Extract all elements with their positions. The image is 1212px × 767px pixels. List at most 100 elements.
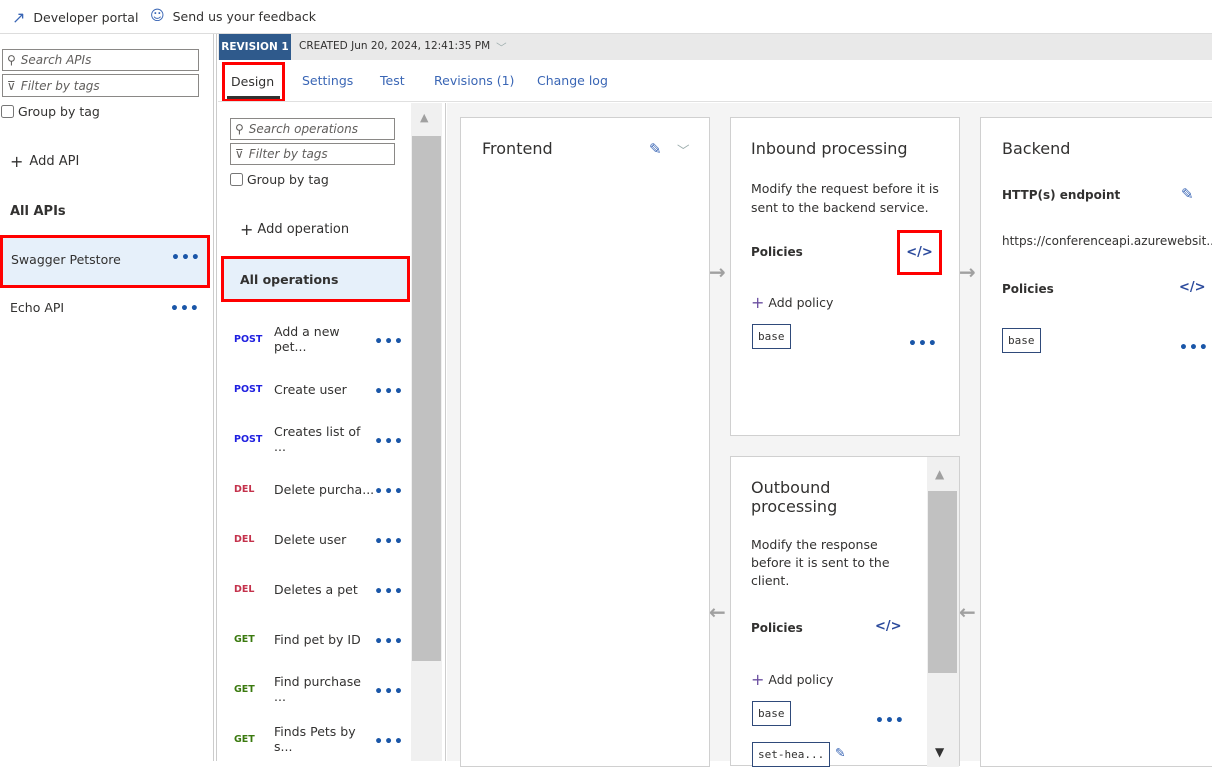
all-operations-item[interactable]: All operations (221, 256, 410, 302)
arrow-left-icon: ← (709, 600, 726, 624)
operation-item[interactable]: DEL Delete purcha... ••• (234, 464, 404, 514)
edit-icon[interactable]: ✎ (835, 745, 845, 760)
group-by-tag-checkbox[interactable]: Group by tag (1, 104, 100, 119)
plus-icon: + (10, 152, 24, 171)
arrow-right-icon: → (959, 260, 976, 284)
more-icon[interactable]: ••• (374, 684, 404, 700)
label: Add API (29, 154, 80, 169)
tab-design[interactable]: Design (222, 62, 285, 102)
more-icon[interactable]: ••• (374, 484, 404, 500)
operations-scrollbar[interactable]: ▲ (411, 103, 442, 761)
filter-tags-input[interactable]: ⊽ Filter by tags (2, 74, 199, 97)
card-title: Outbound processing (751, 478, 838, 516)
feedback-link[interactable]: ☺ Send us your feedback (150, 8, 316, 24)
group-by-tag-checkbox[interactable]: Group by tag (230, 172, 329, 187)
operation-name: Add a new pet... (274, 324, 340, 354)
label: Add policy (768, 672, 834, 687)
more-icon[interactable]: ••• (374, 634, 404, 650)
more-icon[interactable]: ••• (374, 734, 404, 750)
divider (218, 101, 1212, 102)
add-policy-button[interactable]: + Add policy (751, 672, 834, 688)
api-item-echo-api[interactable]: Echo API ••• (0, 290, 210, 330)
policy-base[interactable]: base (752, 324, 791, 349)
search-icon: ⚲ (235, 122, 244, 136)
operation-item[interactable]: DEL Deletes a pet ••• (234, 564, 404, 614)
revision-badge: REVISION 1 (219, 34, 291, 60)
developer-portal-link[interactable]: ↗ Developer portal (12, 8, 138, 27)
backend-card: Backend HTTP(s) endpoint ✎ https://confe… (980, 117, 1212, 767)
more-icon[interactable]: ••• (1179, 340, 1209, 356)
code-icon[interactable]: </> (875, 619, 902, 634)
checkbox[interactable] (1, 105, 14, 118)
policy-base[interactable]: base (1002, 328, 1041, 353)
policy-set-header[interactable]: set-hea... (752, 742, 831, 767)
more-icon[interactable]: ••• (908, 336, 938, 352)
chevron-down-icon[interactable]: ﹀ (677, 140, 690, 159)
more-icon[interactable]: ••• (374, 384, 404, 400)
revision-dropdown[interactable]: CREATED Jun 20, 2024, 12:41:35 PM ﹀ (299, 40, 507, 55)
method-badge: GET (234, 733, 255, 745)
tab-label: Design (231, 74, 275, 89)
policy-base[interactable]: base (752, 701, 791, 726)
card-title: Inbound processing (751, 139, 908, 158)
api-item-swagger-petstore[interactable]: Swagger Petstore ••• (0, 235, 210, 288)
add-operation-button[interactable]: + Add operation (240, 222, 349, 238)
more-icon[interactable]: ••• (374, 534, 404, 550)
frontend-card: Frontend ✎ ﹀ (460, 117, 710, 767)
outbound-scrollbar[interactable]: ▲ ▼ (927, 457, 959, 767)
feedback-icon: ☺ (150, 8, 165, 24)
tab-settings[interactable]: Settings (302, 73, 353, 88)
operation-name: Deletes a pet (274, 581, 358, 597)
arrow-right-icon: → (709, 260, 726, 284)
search-operations-input[interactable]: ⚲ Search operations (230, 118, 395, 140)
more-icon[interactable]: ••• (170, 301, 200, 317)
method-badge: POST (234, 383, 263, 395)
card-description: Modify the request before it is sent to … (751, 181, 939, 215)
add-api-button[interactable]: + Add API (10, 154, 79, 170)
inbound-card: Inbound processing Modify the request be… (730, 117, 960, 436)
tab-revisions[interactable]: Revisions (1) (434, 73, 514, 88)
endpoint-url: https://conferenceapi.azurewebsit... (1002, 234, 1212, 248)
all-apis-heading: All APIs (10, 204, 66, 219)
created-date: CREATED Jun 20, 2024, 12:41:35 PM (299, 40, 491, 52)
more-icon[interactable]: ••• (171, 250, 201, 266)
tab-change-log[interactable]: Change log (537, 73, 608, 88)
arrow-left-icon: ← (959, 600, 976, 624)
tab-test[interactable]: Test (380, 73, 405, 88)
more-icon[interactable]: ••• (374, 334, 404, 350)
search-apis-input[interactable]: ⚲ Search APIs (2, 49, 199, 71)
edit-icon[interactable]: ✎ (1181, 185, 1194, 203)
divider (216, 34, 217, 761)
filter-icon: ⊽ (7, 78, 16, 93)
api-name: Swagger Petstore (11, 252, 121, 267)
placeholder: Filter by tags (20, 78, 100, 93)
placeholder: Search operations (248, 122, 358, 136)
checkbox[interactable] (230, 173, 243, 186)
operation-name: Create user (274, 381, 347, 397)
more-icon[interactable]: ••• (374, 584, 404, 600)
label: Add operation (257, 222, 350, 237)
add-policy-button[interactable]: + Add policy (751, 295, 833, 311)
operation-item[interactable]: GET Find purchase ... ••• (234, 664, 404, 714)
code-icon[interactable]: </> (1179, 280, 1206, 295)
more-icon[interactable]: ••• (374, 434, 404, 450)
placeholder: Filter by tags (248, 147, 328, 161)
scroll-up-icon[interactable]: ▲ (420, 111, 428, 124)
card-description: Modify the response before it is sent to… (751, 537, 890, 588)
more-icon[interactable]: ••• (875, 713, 905, 729)
plus-icon: + (240, 220, 254, 239)
scroll-down-icon[interactable]: ▼ (935, 745, 944, 759)
scroll-up-icon[interactable]: ▲ (935, 467, 944, 481)
operation-item[interactable]: POST Creates list of ... ••• (234, 414, 404, 464)
filter-operations-input[interactable]: ⊽ Filter by tags (230, 143, 395, 165)
code-editor-button[interactable]: </> (897, 230, 942, 275)
scrollbar-thumb[interactable] (928, 491, 957, 673)
operation-item[interactable]: POST Add a new pet... ••• (234, 314, 404, 364)
operation-item[interactable]: GET Finds Pets by s... ••• (234, 714, 404, 764)
scrollbar-thumb[interactable] (412, 136, 441, 661)
edit-icon[interactable]: ✎ (649, 140, 662, 158)
operation-item[interactable]: POST Create user ••• (234, 364, 404, 414)
policies-label: Policies (751, 245, 803, 259)
operation-item[interactable]: DEL Delete user ••• (234, 514, 404, 564)
operation-item[interactable]: GET Find pet by ID ••• (234, 614, 404, 664)
